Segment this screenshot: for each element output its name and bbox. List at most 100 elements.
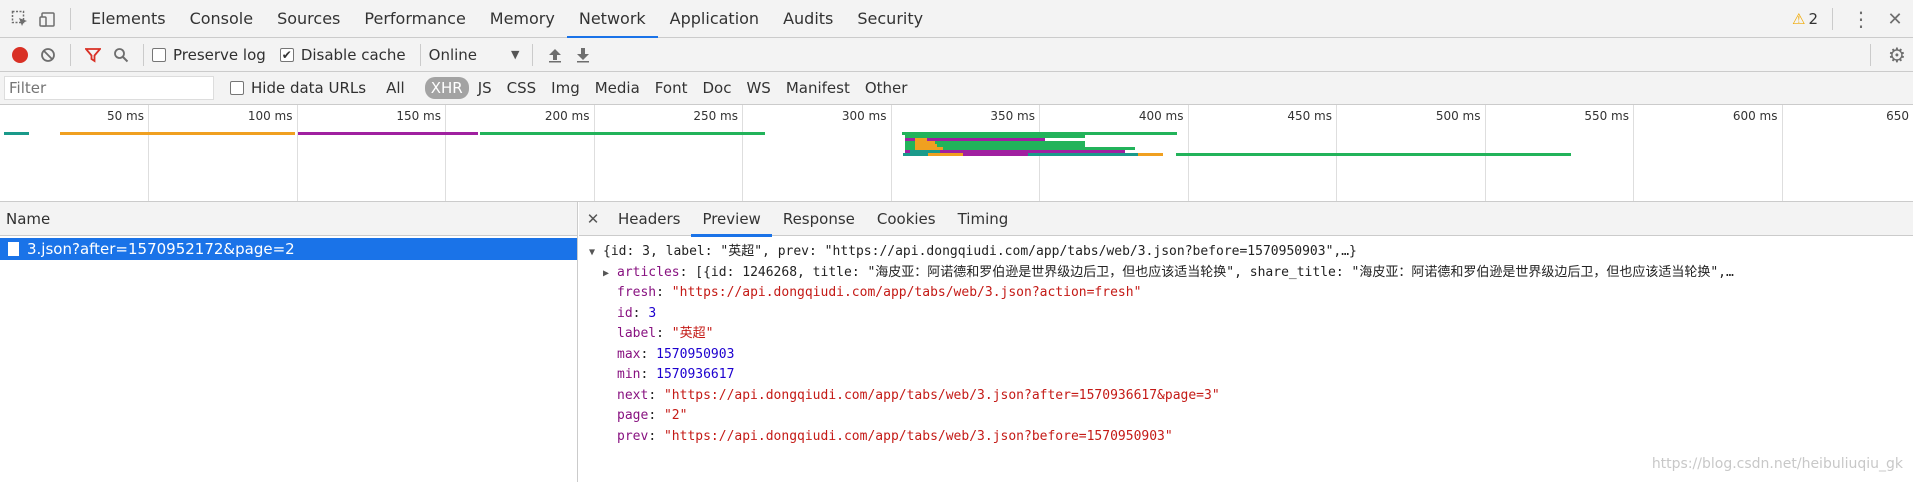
network-overview-timeline[interactable]: 50 ms 100 ms 150 ms 200 ms 250 ms 300 ms 350 m… [0, 105, 1913, 202]
timeline-gridline [1781, 105, 1783, 201]
json-field-line[interactable]: max: 1570950903 [589, 345, 1913, 366]
json-articles-line[interactable]: ▶ articles: [{id: 1246268, title: "海皮亚：阿诺… [589, 263, 1913, 284]
json-field-line[interactable]: fresh: "https://api.dongqiudi.com/app/ta… [589, 283, 1913, 304]
warning-counter[interactable]: ⚠ 2 [1792, 10, 1818, 28]
expanded-triangle-icon[interactable]: ▼ [589, 243, 603, 264]
hide-data-urls-box[interactable] [230, 81, 244, 95]
json-key: label [617, 326, 657, 341]
timeline-tick-label: 550 ms [1584, 109, 1629, 123]
timeline-gridline [296, 105, 298, 201]
download-icon [576, 47, 589, 62]
json-field-line[interactable]: next: "https://api.dongqiudi.com/app/tab… [589, 386, 1913, 407]
json-preview: ▼ {id: 3, label: "英超", prev: "https://api… [579, 236, 1913, 447]
timeline-request-bar [60, 132, 295, 135]
tab-performance[interactable]: Performance [352, 0, 477, 38]
timeline-tick-label: 600 ms [1732, 109, 1778, 123]
timeline-request-bar [1176, 153, 1571, 156]
preserve-log-label: Preserve log [173, 45, 266, 64]
filter-bar: Hide data URLs All XHRJSCSSImgMediaFontDo… [0, 72, 1913, 105]
search-button[interactable] [107, 41, 135, 69]
filter-button[interactable] [79, 41, 107, 69]
preserve-log-box[interactable] [152, 47, 166, 62]
clear-button[interactable] [34, 41, 62, 69]
collapsed-triangle-icon[interactable]: ▶ [603, 264, 617, 285]
json-array-preview: [{id: 1246268, title: "海皮亚：阿诺德和罗伯逊是世界级边后… [695, 264, 1734, 280]
filter-input[interactable] [4, 76, 214, 100]
detail-tab-cookies[interactable]: Cookies [866, 202, 947, 236]
json-value: "https://api.dongqiudi.com/app/tabs/web/… [663, 428, 1173, 444]
filter-type-font[interactable]: Font [649, 77, 694, 99]
filter-type-media[interactable]: Media [589, 77, 646, 99]
disable-cache-box[interactable]: ✔ [279, 47, 294, 62]
warning-count: 2 [1808, 10, 1818, 28]
detail-tab-timing[interactable]: Timing [947, 202, 1020, 236]
preserve-log-checkbox[interactable]: Preserve log [152, 46, 266, 64]
tab-bar-actions: ⚠ 2 ⋮ ✕ [1792, 0, 1913, 38]
json-value: "2" [663, 408, 688, 423]
timeline-gridline [445, 105, 446, 201]
detail-tab-preview[interactable]: Preview [691, 202, 773, 237]
separator [1870, 43, 1871, 66]
filter-type-css[interactable]: CSS [501, 77, 543, 99]
filter-type-ws[interactable]: WS [740, 77, 776, 99]
timeline-tick-label: 300 ms [841, 109, 887, 123]
timeline-request-bar [1028, 153, 1138, 156]
filter-type-doc[interactable]: Doc [696, 77, 737, 99]
json-value: "https://api.dongqiudi.com/app/tabs/web/… [671, 285, 1142, 300]
json-root-line[interactable]: ▼ {id: 3, label: "英超", prev: "https://api… [589, 242, 1913, 263]
device-toolbar-icon[interactable] [34, 5, 62, 33]
tab-security[interactable]: Security [845, 0, 935, 38]
tab-audits[interactable]: Audits [771, 0, 845, 38]
gear-icon: ⚙ [1888, 42, 1906, 67]
detail-tab-headers[interactable]: Headers [607, 202, 691, 236]
json-key: min [617, 367, 641, 382]
json-field-line[interactable]: prev: "https://api.dongqiudi.com/app/tab… [589, 427, 1913, 448]
tab-elements[interactable]: Elements [79, 0, 178, 38]
name-column-header[interactable]: Name [0, 202, 577, 236]
filter-type-xhr[interactable]: XHR [424, 77, 469, 99]
clear-icon [41, 47, 55, 62]
filter-type-manifest[interactable]: Manifest [780, 77, 856, 99]
json-key: articles [617, 264, 680, 280]
json-key: page [617, 408, 649, 423]
timeline-gridline [148, 105, 149, 201]
json-field-line[interactable]: min: 1570936617 [589, 365, 1913, 386]
request-row[interactable]: 3.json?after=1570952172&page=2 [0, 238, 577, 260]
tab-sources[interactable]: Sources [265, 0, 352, 38]
tab-network[interactable]: Network [566, 0, 658, 39]
inspect-element-icon[interactable] [6, 5, 34, 33]
request-name: 3.json?after=1570952172&page=2 [27, 240, 295, 258]
record-icon [12, 46, 28, 63]
json-key: fresh [617, 285, 657, 300]
json-value: 3 [648, 305, 657, 321]
export-har-button[interactable] [569, 41, 597, 69]
filter-type-img[interactable]: Img [545, 77, 586, 99]
timeline-tick-label: 100 ms [247, 109, 293, 123]
tab-console[interactable]: Console [178, 0, 266, 38]
close-detail-icon[interactable]: ✕ [579, 210, 607, 228]
filter-type-js[interactable]: JS [472, 77, 498, 99]
json-field-line[interactable]: id: 3 [589, 304, 1913, 325]
filter-type-other[interactable]: Other [859, 77, 914, 99]
record-button[interactable] [6, 41, 34, 69]
timeline-request-bar [928, 153, 963, 156]
close-icon[interactable]: ✕ [1881, 5, 1909, 33]
hide-data-urls-checkbox[interactable]: Hide data URLs [230, 79, 366, 97]
filter-type-all[interactable]: All [380, 77, 411, 99]
tab-memory[interactable]: Memory [478, 0, 567, 38]
disable-cache-checkbox[interactable]: ✔ Disable cache [279, 46, 406, 64]
json-value: 1570936617 [656, 367, 735, 382]
network-settings-button[interactable]: ⚙ [1883, 41, 1911, 69]
search-icon [114, 47, 129, 62]
timeline-tick-label: 500 ms [1435, 109, 1481, 123]
detail-tab-response[interactable]: Response [772, 202, 866, 236]
json-field-line[interactable]: page: "2" [589, 406, 1913, 427]
import-har-button[interactable] [541, 41, 569, 69]
separator [70, 43, 71, 66]
warning-icon: ⚠ [1792, 10, 1806, 28]
throttling-select[interactable]: Online ▼ [429, 46, 520, 64]
tab-application[interactable]: Application [658, 0, 771, 38]
json-field-line[interactable]: label: "英超" [589, 324, 1913, 345]
hide-data-urls-label: Hide data URLs [251, 79, 367, 97]
more-options-icon[interactable]: ⋮ [1847, 5, 1875, 33]
